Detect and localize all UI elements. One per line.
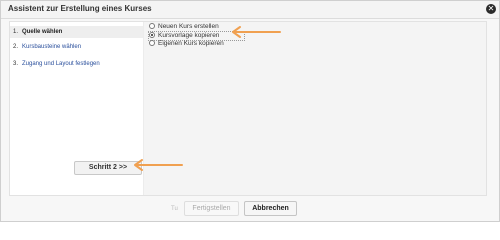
step-label[interactable]: Kursbausteine wählen <box>22 44 81 50</box>
radio-button[interactable] <box>149 23 155 29</box>
option-label: Eigenen Kurs kopieren <box>158 39 224 47</box>
dialog-title: Assistent zur Erstellung eines Kurses <box>8 4 152 13</box>
option-label: Kursvorlage kopieren <box>158 31 220 39</box>
annotation-arrow-icon <box>134 159 183 171</box>
cancel-button[interactable]: Abbrechen <box>244 201 297 216</box>
wizard-steps-sidebar: 1. Quelle wählen 2. Kursbausteine wählen… <box>10 22 144 195</box>
radio-button[interactable] <box>149 40 155 46</box>
step-item-source: 1. Quelle wählen <box>10 26 143 38</box>
source-options-panel: Neuen Kurs erstellen Kursvorlage kopiere… <box>144 22 486 195</box>
wizard-content: 1. Quelle wählen 2. Kursbausteine wählen… <box>9 21 487 196</box>
step-number: 3. <box>13 61 19 67</box>
annotation-arrow-icon <box>232 26 281 38</box>
step-number: 2. <box>13 44 19 50</box>
footer-hint-text: Tu <box>171 206 178 212</box>
step-number: 1. <box>13 29 19 35</box>
step-item-building-blocks[interactable]: 2. Kursbausteine wählen <box>10 41 143 53</box>
finish-button[interactable]: Fertigstellen <box>184 201 239 216</box>
radio-button[interactable] <box>149 32 155 38</box>
option-label: Neuen Kurs erstellen <box>158 22 219 30</box>
step-item-access-layout[interactable]: 3. Zugang und Layout festlegen <box>10 58 143 70</box>
dialog-titlebar: Assistent zur Erstellung eines Kurses ✕ <box>1 1 499 19</box>
step-label[interactable]: Zugang und Layout festlegen <box>22 61 100 67</box>
close-icon[interactable]: ✕ <box>486 4 496 14</box>
step-label: Quelle wählen <box>22 29 63 35</box>
